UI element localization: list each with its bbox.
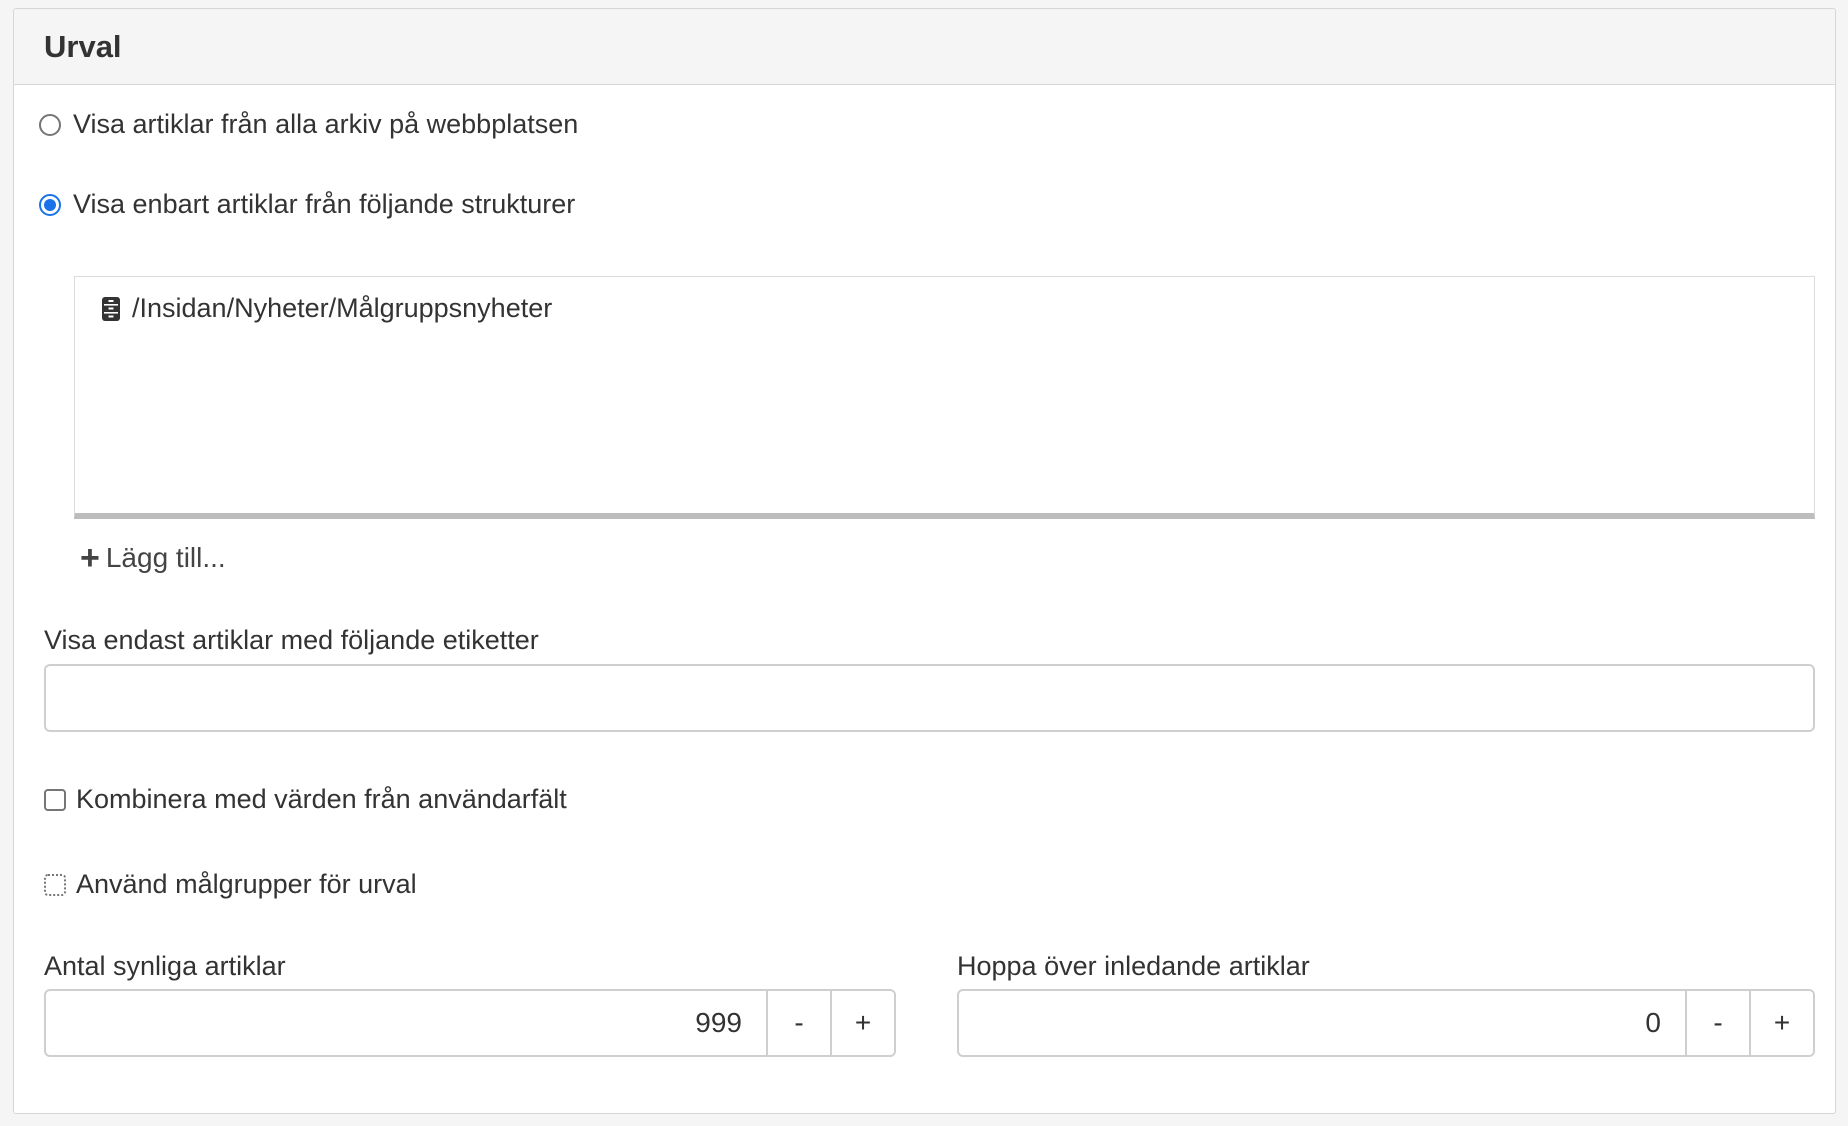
urval-panel: Urval Visa artiklar från alla arkiv på w… (13, 8, 1836, 1114)
structure-path: /Insidan/Nyheter/Målgruppsnyheter (132, 293, 553, 323)
structure-item[interactable]: /Insidan/Nyheter/Målgruppsnyheter (100, 293, 552, 324)
panel-header: Urval (14, 9, 1835, 85)
add-structure-label[interactable]: Lägg till... (106, 542, 226, 574)
panel-title: Urval (44, 28, 122, 64)
visible-count-label: Antal synliga artiklar (44, 951, 286, 981)
target-groups-checkbox-row[interactable]: Använd målgrupper för urval (44, 869, 417, 900)
combine-checkbox-row[interactable]: Kombinera med värden från användarfält (44, 784, 567, 815)
visible-count-plus-button[interactable]: + (830, 991, 894, 1055)
radio-all-archives-row[interactable]: Visa artiklar från alla arkiv på webbpla… (39, 109, 578, 140)
tags-input[interactable] (44, 664, 1815, 732)
radio-all-archives-label[interactable]: Visa artiklar från alla arkiv på webbpla… (73, 109, 578, 140)
add-structure-button[interactable]: + Lägg till... (80, 541, 226, 575)
plus-icon: + (80, 539, 100, 577)
visible-count-stepper: - + (44, 989, 896, 1057)
visible-count-minus-button[interactable]: - (766, 991, 830, 1055)
radio-only-structures-label[interactable]: Visa enbart artiklar från följande struk… (73, 189, 575, 220)
skip-count-minus-button[interactable]: - (1685, 991, 1749, 1055)
combine-checkbox-label[interactable]: Kombinera med värden från användarfält (76, 784, 567, 815)
radio-all-archives[interactable] (39, 113, 61, 136)
structure-list: /Insidan/Nyheter/Målgruppsnyheter (74, 276, 1815, 519)
target-groups-checkbox-label[interactable]: Använd målgrupper för urval (76, 869, 417, 900)
radio-only-structures[interactable] (39, 193, 61, 216)
skip-count-plus-button[interactable]: + (1749, 991, 1813, 1055)
cabinet-icon (102, 296, 120, 321)
combine-checkbox[interactable] (44, 788, 66, 811)
target-groups-checkbox[interactable] (44, 873, 66, 896)
skip-count-stepper: - + (957, 989, 1815, 1057)
radio-only-structures-row[interactable]: Visa enbart artiklar från följande struk… (39, 189, 575, 220)
tags-label: Visa endast artiklar med följande etiket… (44, 625, 539, 655)
skip-count-label: Hoppa över inledande artiklar (957, 951, 1310, 981)
visible-count-input[interactable] (46, 991, 766, 1055)
skip-count-input[interactable] (959, 991, 1685, 1055)
